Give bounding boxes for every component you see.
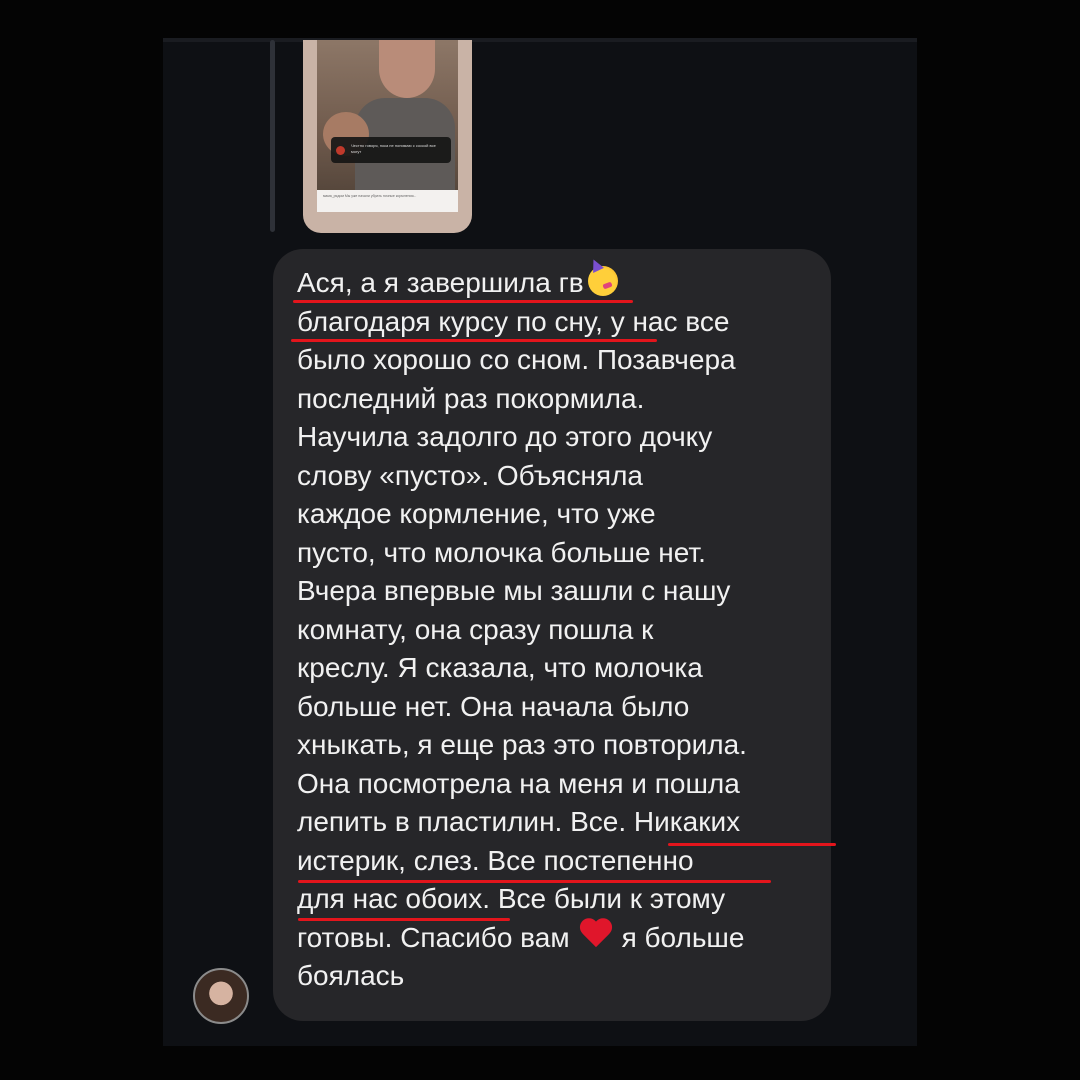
message-line: больше нет. Она начала было bbox=[297, 690, 690, 722]
story-image: Честно говоря, пока не понимаю с соской … bbox=[317, 40, 458, 212]
message-line: креслу. Я сказала, что молочка bbox=[297, 652, 703, 683]
message-line-text: Ася, а я завершила гв bbox=[297, 267, 584, 298]
message-line: лепить в пластилин. Все. Никаких bbox=[297, 806, 741, 837]
highlight-underline bbox=[298, 880, 771, 883]
message-line: благодаря курсу по сну, у нас все bbox=[297, 305, 730, 337]
message-line: было хорошо со сном. Позавчера bbox=[297, 344, 736, 375]
message-line: для нас обоих. Все были к этому bbox=[297, 883, 726, 914]
sender-avatar[interactable] bbox=[193, 968, 249, 1024]
message-line: Она посмотрела на меня и пошла bbox=[297, 767, 740, 799]
message-line: Ася, а я завершила гв bbox=[297, 264, 817, 303]
message-line: истерик, слез. Все постепенно bbox=[297, 844, 694, 876]
story-reply-thumbnail[interactable]: Честно говоря, пока не понимаю с соской … bbox=[303, 40, 472, 233]
message-line: боялась bbox=[297, 960, 405, 991]
message-line: Вчера впервые мы зашли с нашу bbox=[297, 575, 731, 606]
message-line-text: готовы. Спасибо вам bbox=[297, 921, 570, 953]
highlight-underline bbox=[668, 843, 836, 846]
message-line-text: я больше bbox=[621, 921, 745, 953]
message-line: готовы. Спасибо вам я больше bbox=[297, 919, 817, 958]
message-line: Научила задолго до этого дочку bbox=[297, 421, 713, 452]
message-line: хныкать, я еще раз это повторила. bbox=[297, 729, 747, 760]
sticker-avatar-icon bbox=[336, 146, 345, 155]
message-text: Ася, а я завершила гв благодаря курсу по… bbox=[297, 264, 817, 996]
message-line: комнату, она сразу пошла к bbox=[297, 613, 654, 645]
reply-indicator-bar bbox=[270, 40, 275, 232]
partying-face-icon bbox=[587, 266, 618, 296]
highlight-underline bbox=[298, 918, 510, 921]
highlight-underline bbox=[291, 339, 657, 342]
red-heart-icon bbox=[578, 919, 614, 951]
sticker-text: Честно говоря, пока не понимаю с соской … bbox=[351, 143, 436, 154]
message-line: каждое кормление, что уже bbox=[297, 498, 656, 529]
story-caption: мама_рядом Мы уже начали убрать ночные к… bbox=[317, 190, 458, 212]
highlight-underline bbox=[293, 300, 633, 303]
message-line: последний раз покормила. bbox=[297, 382, 645, 414]
message-line: слову «пусто». Объясняла bbox=[297, 459, 643, 491]
story-person-face bbox=[379, 40, 435, 98]
story-question-sticker: Честно говоря, пока не понимаю с соской … bbox=[331, 137, 451, 163]
message-line: пусто, что молочка больше нет. bbox=[297, 536, 706, 568]
